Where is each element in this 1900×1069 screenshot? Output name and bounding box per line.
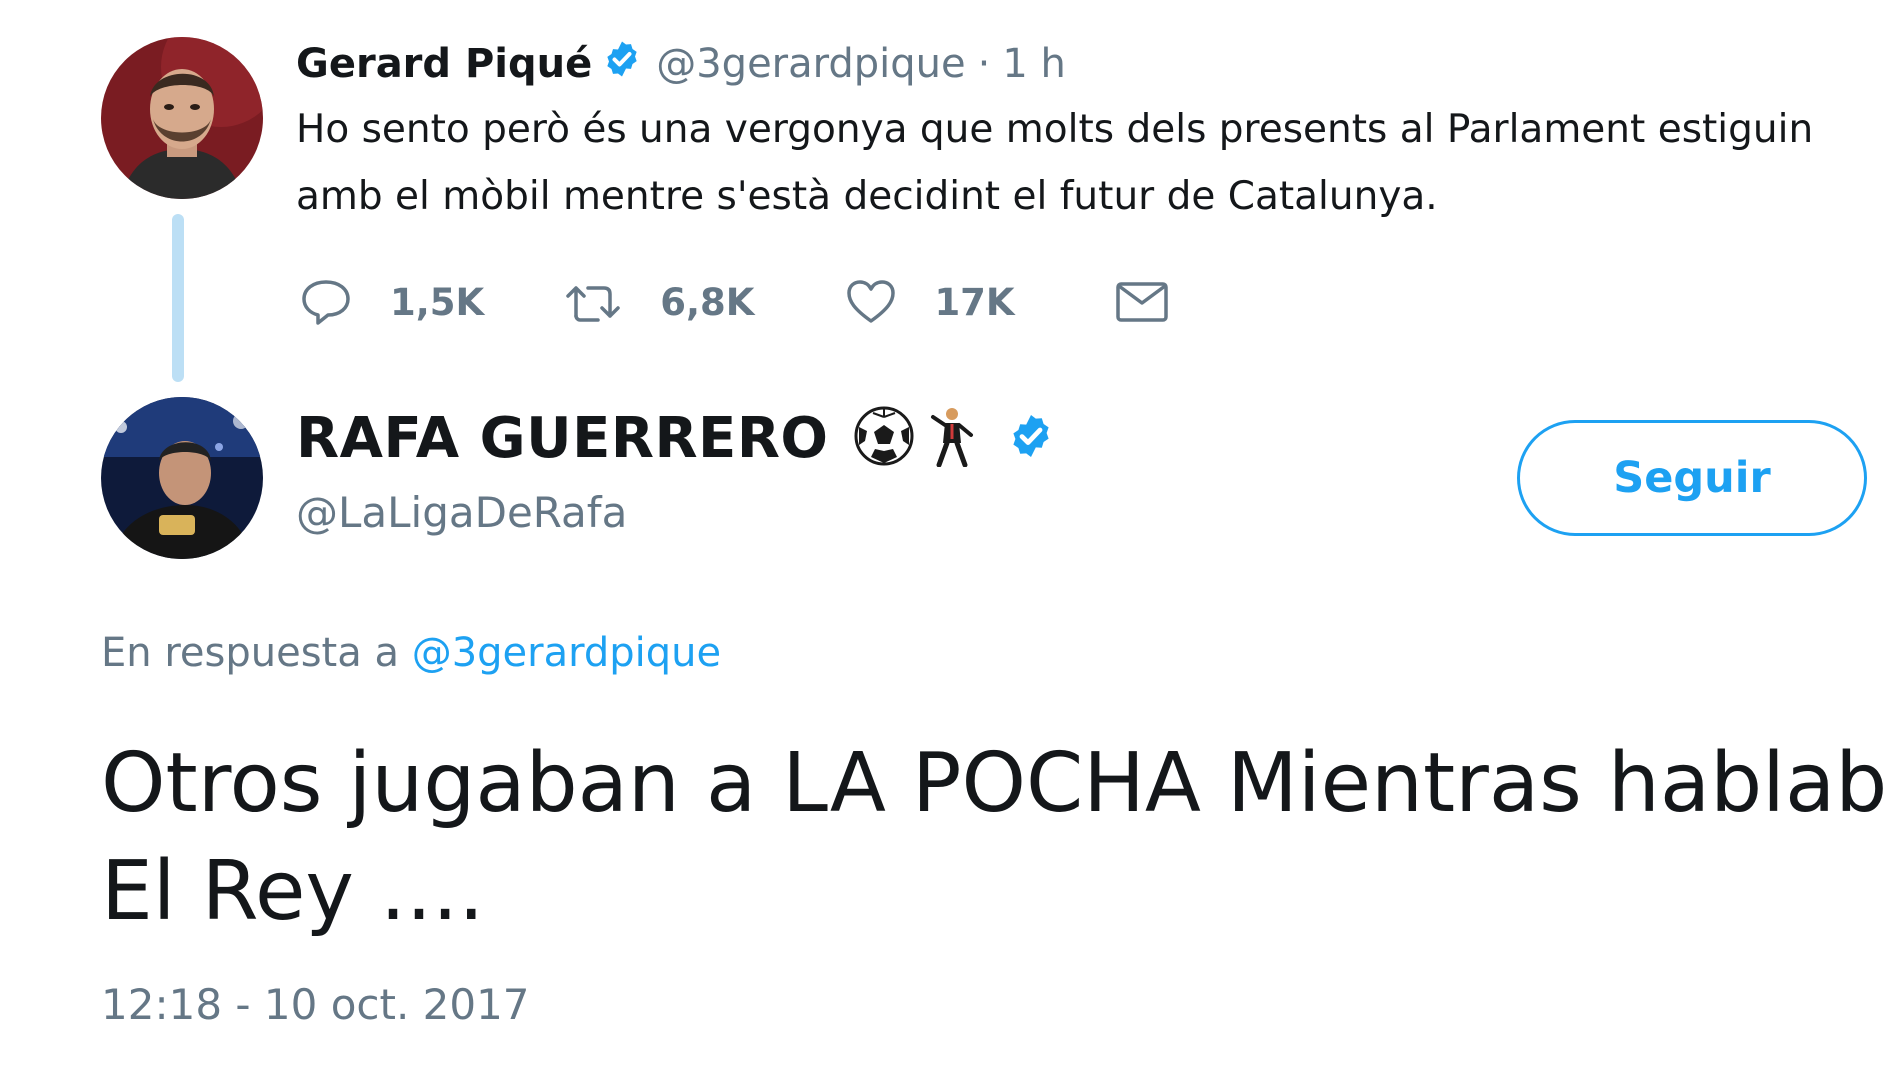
direct-message-button[interactable] xyxy=(1115,281,1169,323)
heart-icon xyxy=(846,279,896,325)
tweet2-text: Otros jugaban a LA POCHA Mientras hablab… xyxy=(101,730,1900,946)
soccer-ball-emoji xyxy=(853,405,915,471)
tweet2-text-line2: El Rey .... xyxy=(101,844,485,939)
tweet1-actions: 1,5K 6,8K 17K xyxy=(300,270,1169,334)
reply-icon xyxy=(300,278,352,326)
like-button[interactable]: 17K xyxy=(846,279,1015,325)
tweet2-handle[interactable]: @LaLigaDeRafa xyxy=(296,488,627,537)
mail-icon xyxy=(1115,281,1169,323)
tweet1-author-name[interactable]: Gerard Piqué xyxy=(296,41,592,87)
tweet1-header: Gerard Piqué @3gerardpique · 1 h xyxy=(296,36,1066,92)
follow-button[interactable]: Seguir xyxy=(1517,420,1867,536)
verified-badge-icon xyxy=(602,39,642,89)
verified-badge-icon xyxy=(1007,412,1055,464)
rafa-guerrero-avatar[interactable] xyxy=(101,397,263,559)
tweet2-text-line1: Otros jugaban a LA POCHA Mientras hablab xyxy=(101,736,1888,831)
retweet-button[interactable]: 6,8K xyxy=(566,280,754,324)
reply-button[interactable]: 1,5K xyxy=(300,278,484,326)
like-count: 17K xyxy=(934,280,1015,324)
separator-dot: · xyxy=(977,41,991,87)
tweet2-name-row: RAFA GUERRERO xyxy=(296,398,1055,478)
tweet1-time[interactable]: 1 h xyxy=(1002,41,1066,87)
reply-count: 1,5K xyxy=(390,280,485,324)
tweet1-text: Ho sento però és una vergonya que molts … xyxy=(296,107,1814,219)
reply-prefix-label: En respuesta a xyxy=(101,630,399,676)
man-dancing-emoji xyxy=(925,405,979,471)
in-reply-to-line: En respuesta a @3gerardpique xyxy=(101,630,721,676)
reply-to-mention-link[interactable]: @3gerardpique xyxy=(412,630,721,676)
retweet-count: 6,8K xyxy=(660,280,755,324)
gerard-pique-avatar[interactable] xyxy=(101,37,263,199)
tweet2-timestamp[interactable]: 12:18 - 10 oct. 2017 xyxy=(101,980,530,1029)
retweet-icon xyxy=(566,280,622,324)
tweet2-author-name[interactable]: RAFA GUERRERO xyxy=(296,406,829,471)
tweet1-handle[interactable]: @3gerardpique xyxy=(656,41,965,87)
thread-connector-line xyxy=(172,214,184,382)
